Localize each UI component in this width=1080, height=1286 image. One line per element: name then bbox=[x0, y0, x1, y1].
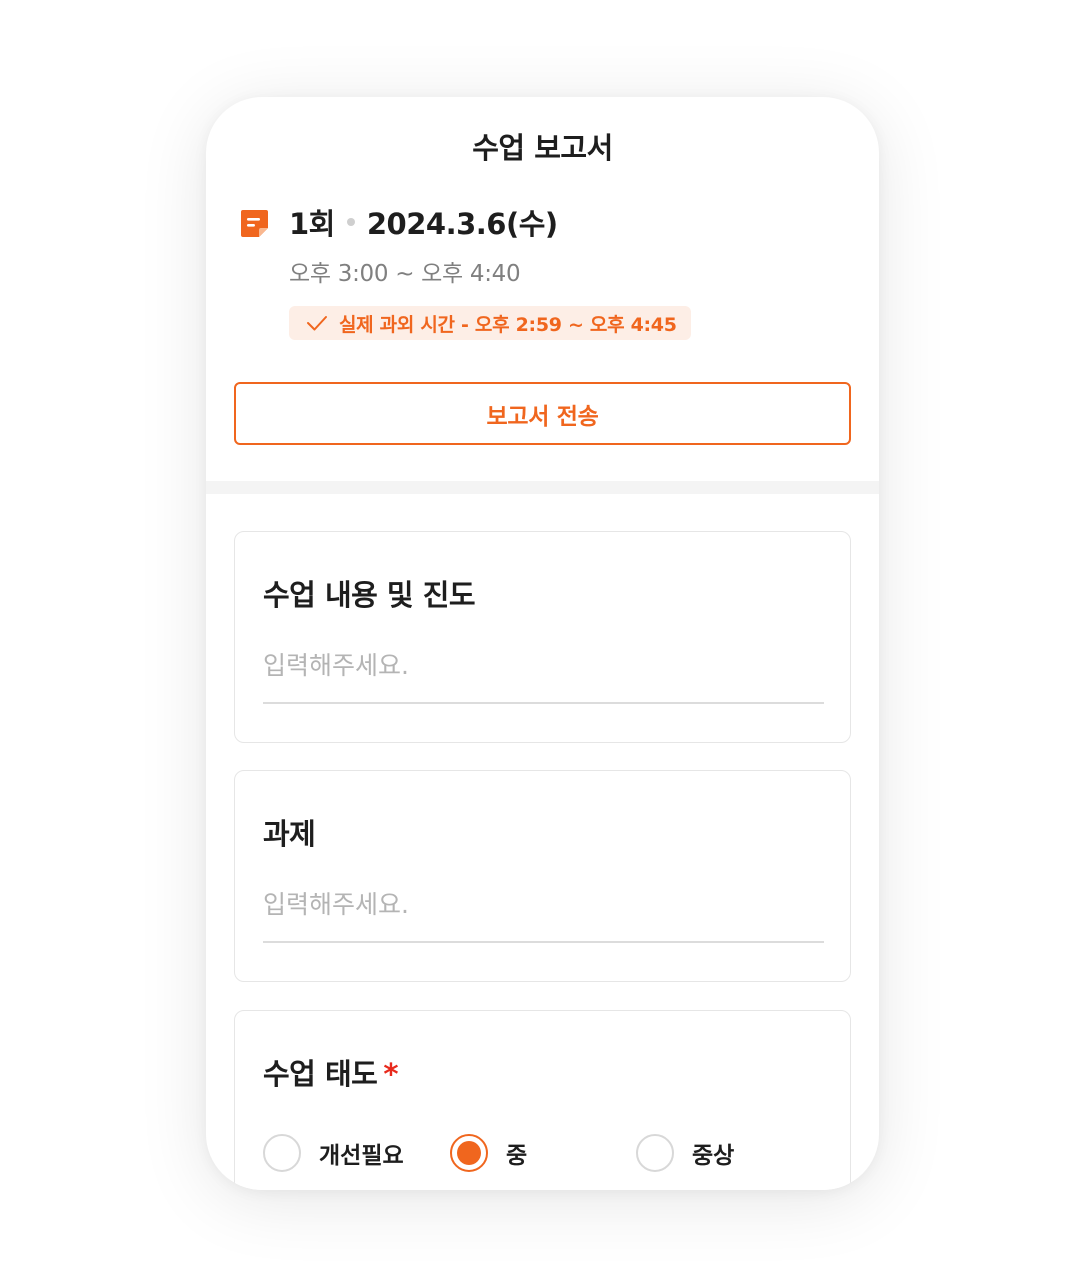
separator-dot bbox=[346, 218, 355, 226]
radio-circle[interactable] bbox=[450, 1134, 488, 1172]
required-mark: * bbox=[383, 1057, 398, 1091]
radio-circle[interactable] bbox=[263, 1134, 301, 1172]
homework-card: 과제 bbox=[234, 770, 851, 982]
session-number: 1회 bbox=[289, 207, 335, 241]
radio-label: 중 bbox=[506, 1143, 528, 1169]
page-title: 수업 보고서 bbox=[472, 131, 613, 165]
radio-circle[interactable] bbox=[636, 1134, 674, 1172]
radio-label: 중상 bbox=[692, 1143, 735, 1169]
session-date: 2024.3.6(수) bbox=[366, 207, 558, 241]
session-info: 1회 2024.3.6(수) bbox=[289, 201, 558, 243]
check-icon bbox=[307, 316, 327, 331]
attitude-option-needs-improvement[interactable]: 개선필요 bbox=[263, 1133, 404, 1173]
send-report-button[interactable]: 보고서 전송 bbox=[234, 382, 851, 445]
radio-label: 개선필요 bbox=[319, 1143, 404, 1169]
section-divider bbox=[206, 481, 879, 494]
actual-time-badge: 실제 과외 시간 - 오후 2:59 ~ 오후 4:45 bbox=[289, 306, 691, 340]
attitude-card: 수업 태도 * 개선필요 중 중상 bbox=[234, 1010, 851, 1190]
attitude-label-text: 수업 태도 bbox=[263, 1057, 378, 1091]
memo-icon bbox=[241, 210, 268, 237]
attitude-option-medium[interactable]: 중 bbox=[450, 1133, 527, 1173]
attitude-label: 수업 태도 * bbox=[263, 1051, 398, 1093]
attitude-radio-group: 개선필요 중 중상 bbox=[263, 1133, 824, 1173]
content-input[interactable] bbox=[263, 644, 824, 704]
scheduled-time: 오후 3:00 ~ 오후 4:40 bbox=[289, 261, 521, 287]
content-label: 수업 내용 및 진도 bbox=[263, 578, 476, 612]
homework-input[interactable] bbox=[263, 883, 824, 943]
content-card: 수업 내용 및 진도 bbox=[234, 531, 851, 743]
actual-time-text: 실제 과외 시간 - 오후 2:59 ~ 오후 4:45 bbox=[339, 313, 677, 336]
report-screen: 수업 보고서 1회 2024.3.6(수) 오후 3:00 ~ 오후 4:40 … bbox=[206, 97, 879, 1190]
attitude-option-upper-medium[interactable]: 중상 bbox=[636, 1133, 734, 1173]
homework-label: 과제 bbox=[263, 817, 316, 851]
